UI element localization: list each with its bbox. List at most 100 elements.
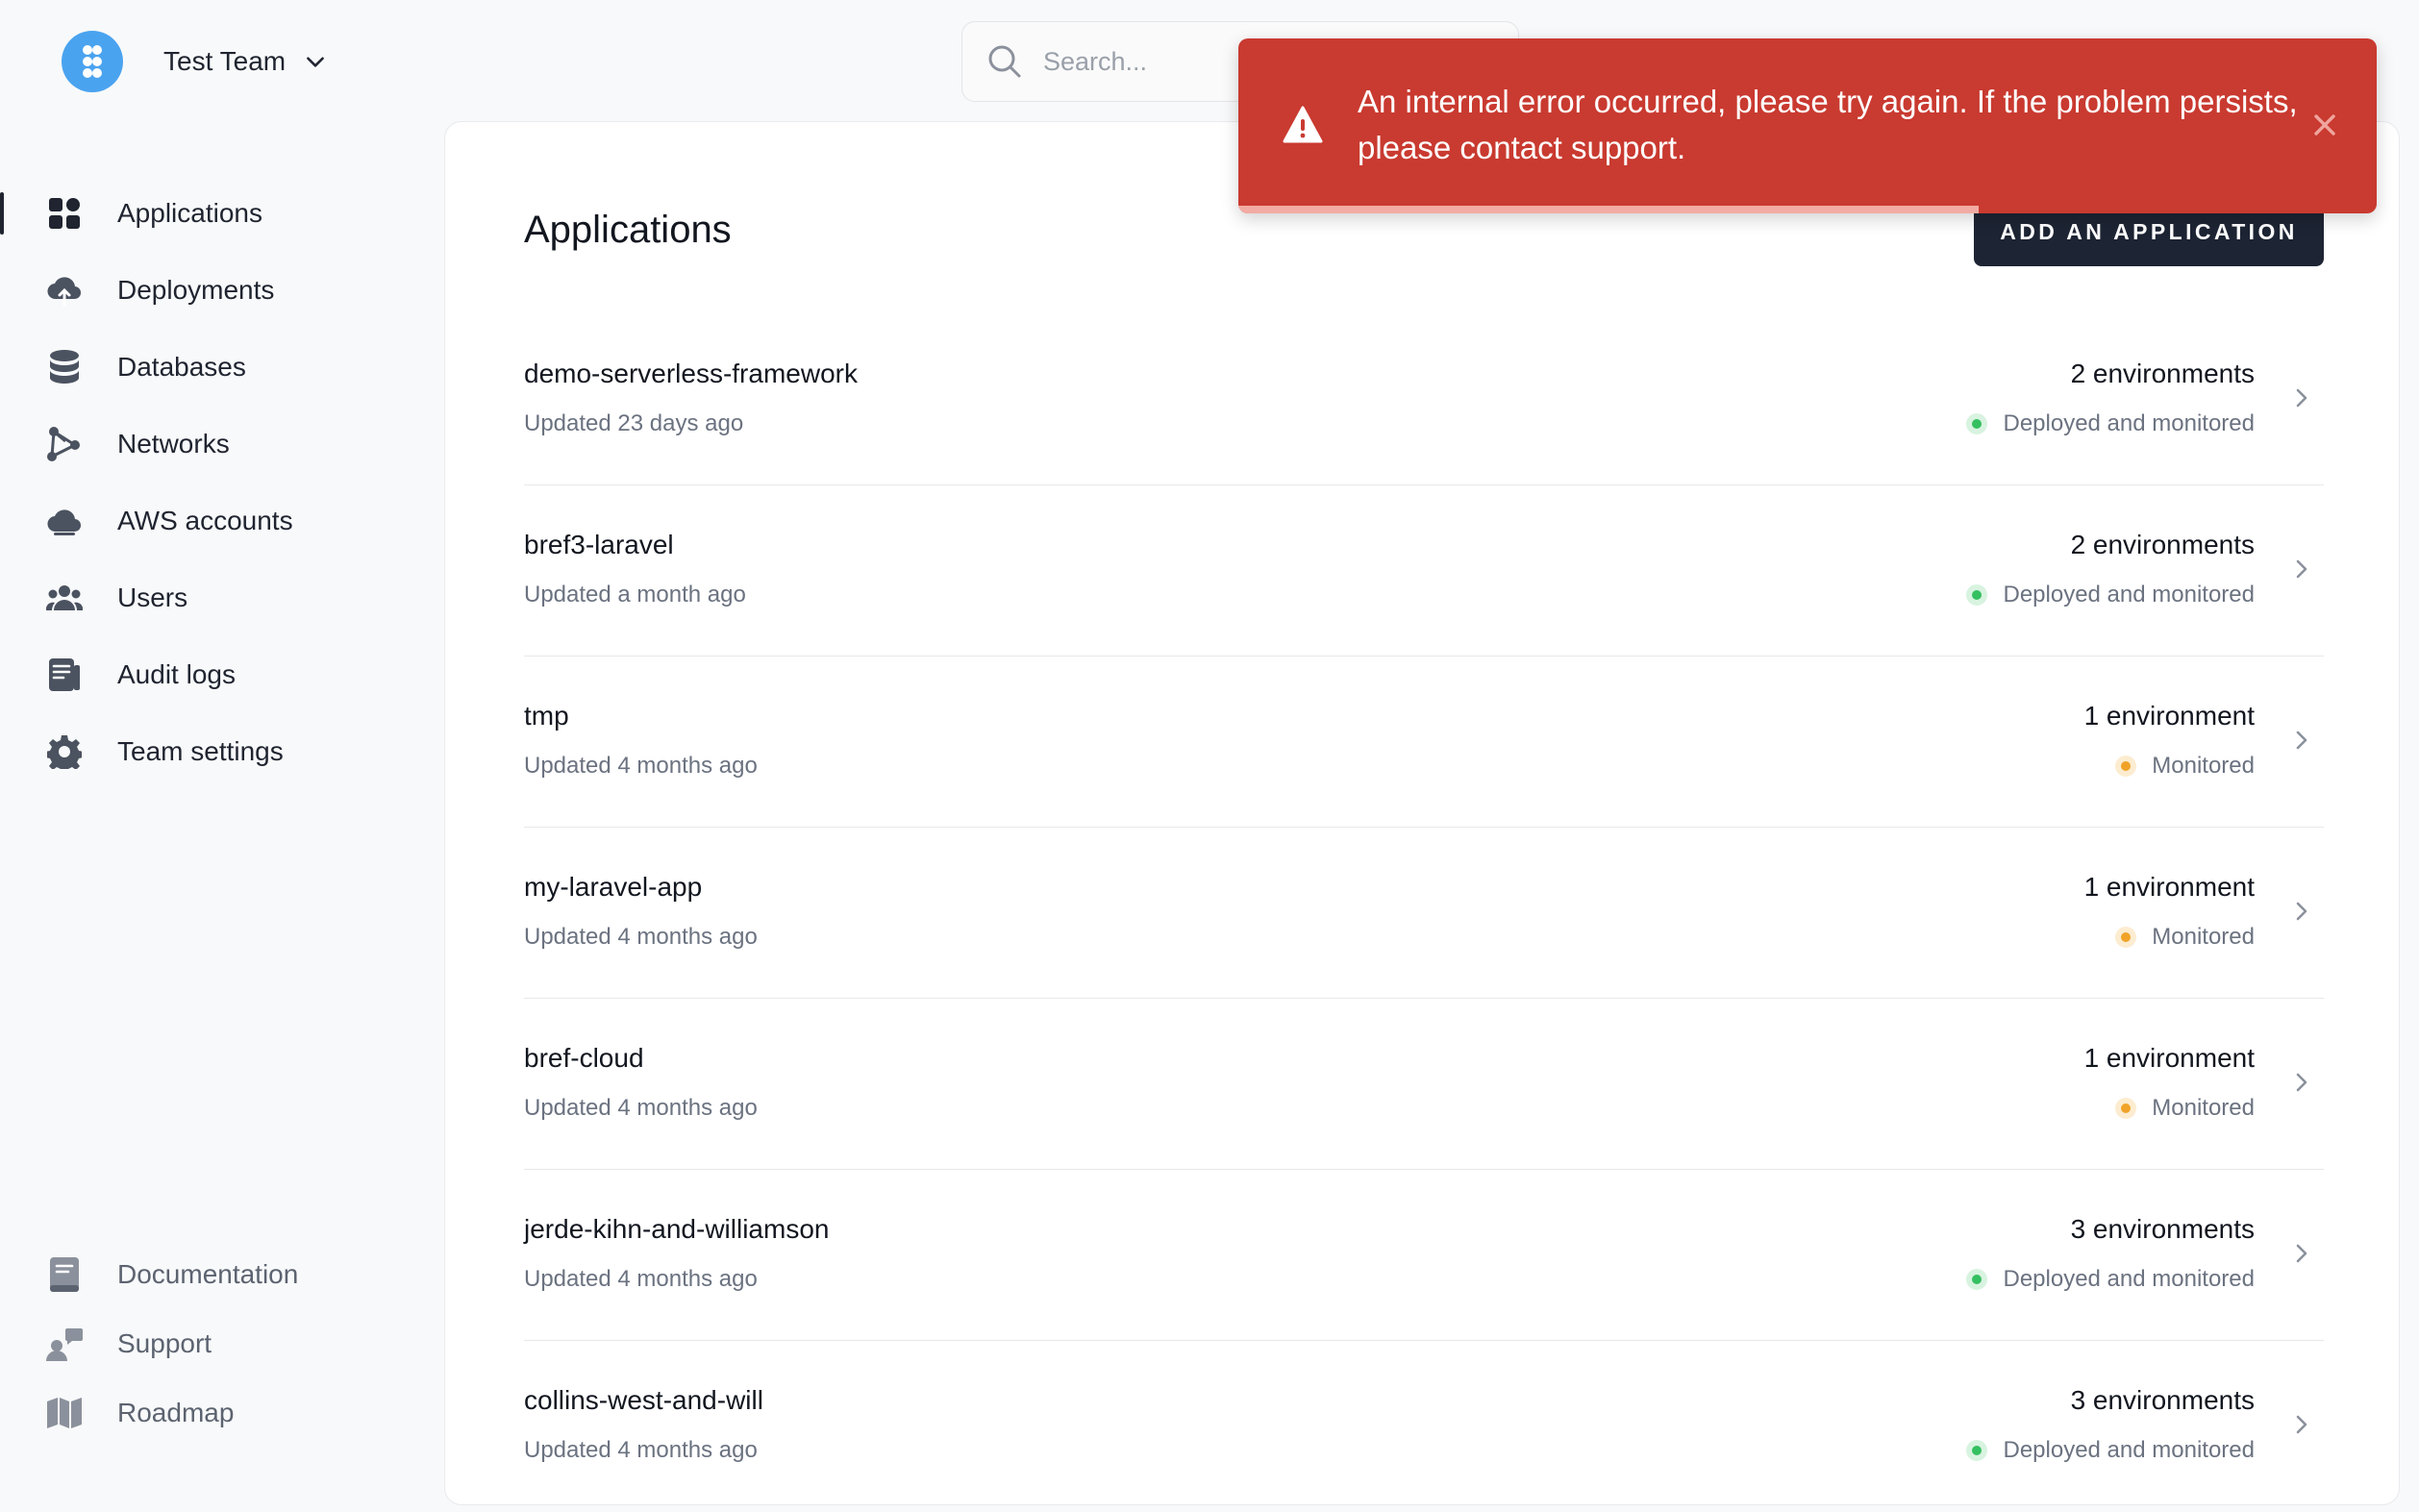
book-icon [46, 1256, 83, 1293]
sidebar-item-team-settings[interactable]: Team settings [0, 713, 442, 790]
team-logo [62, 31, 123, 92]
environment-count: 1 environment [2083, 701, 2255, 731]
status-badge: Deployed and monitored [1966, 582, 2255, 608]
toast-progress-bar [1238, 206, 1979, 213]
toast-message: An internal error occurred, please try a… [1358, 84, 2298, 165]
application-row[interactable]: demo-serverless-framework Updated 23 day… [524, 314, 2324, 485]
status-badge: Monitored [2115, 924, 2255, 951]
chevron-right-icon [2296, 388, 2307, 408]
application-updated: Updated 4 months ago [524, 1095, 758, 1121]
sidebar-item-networks[interactable]: Networks [0, 406, 442, 483]
application-row[interactable]: jerde-kihn-and-williamson Updated 4 mont… [524, 1170, 2324, 1341]
status-badge: Monitored [2115, 753, 2255, 780]
audit-log-icon [46, 657, 83, 693]
environment-count: 3 environments [2070, 1385, 2255, 1415]
users-icon [46, 580, 83, 616]
sidebar-item-label: Deployments [117, 275, 275, 305]
status-badge: Deployed and monitored [1966, 1266, 2255, 1293]
chevron-right-icon [2296, 559, 2307, 579]
chevron-down-icon [307, 57, 324, 67]
application-updated: Updated 4 months ago [524, 1437, 758, 1463]
environment-count: 1 environment [2083, 1043, 2255, 1073]
page-title: Applications [524, 209, 732, 251]
status-dot [2115, 756, 2137, 777]
environment-count: 2 environments [2070, 530, 2255, 559]
sidebar-item-label: Networks [117, 429, 230, 459]
application-updated: Updated a month ago [524, 582, 746, 607]
application-name: my-laravel-app [524, 872, 703, 902]
application-row[interactable]: my-laravel-app Updated 4 months ago 1 en… [524, 828, 2324, 999]
sidebar-item-label: Applications [117, 198, 262, 228]
cloud-upload-icon [46, 272, 83, 309]
status-dot [2115, 927, 2137, 948]
application-updated: Updated 4 months ago [524, 753, 758, 779]
database-icon [46, 349, 83, 385]
close-icon[interactable] [2311, 112, 2338, 138]
chevron-right-icon [2296, 902, 2307, 921]
sidebar-item-label: Support [117, 1328, 212, 1358]
status-badge: Deployed and monitored [1966, 410, 2255, 437]
application-row[interactable]: tmp Updated 4 months ago 1 environment M… [524, 657, 2324, 828]
application-updated: Updated 4 months ago [524, 1266, 758, 1292]
applications-list: demo-serverless-framework Updated 23 day… [524, 314, 2324, 1512]
sidebar-item-aws-accounts[interactable]: AWS accounts [0, 483, 442, 559]
application-updated: Updated 23 days ago [524, 410, 744, 436]
map-icon [46, 1395, 83, 1431]
status-dot [2115, 1098, 2137, 1119]
team-name: Test Team [163, 46, 287, 76]
sidebar-item-label: Team settings [117, 736, 284, 766]
warning-icon [1283, 106, 1323, 143]
application-row[interactable]: bref3-laravel Updated a month ago 2 envi… [524, 485, 2324, 657]
status-dot [1966, 1269, 1988, 1290]
application-name: bref-cloud [524, 1043, 644, 1073]
application-updated: Updated 4 months ago [524, 924, 758, 950]
sidebar-item-label: Roadmap [117, 1398, 235, 1427]
sidebar-item-databases[interactable]: Databases [0, 329, 442, 406]
chevron-right-icon [2296, 731, 2307, 750]
application-row[interactable]: collins-west-and-will Updated 4 months a… [524, 1341, 2324, 1512]
sidebar-bottom-nav: Documentation Support Roadmap [0, 1240, 442, 1448]
sidebar-item-support[interactable]: Support [0, 1309, 442, 1378]
environment-count: 2 environments [2070, 359, 2255, 388]
application-row[interactable]: bref-cloud Updated 4 months ago 1 enviro… [524, 999, 2324, 1170]
application-name: jerde-kihn-and-williamson [524, 1214, 830, 1244]
environment-count: 3 environments [2070, 1214, 2255, 1244]
status-label: Monitored [2152, 924, 2255, 950]
status-label: Deployed and monitored [2003, 1437, 2255, 1463]
sidebar-item-label: AWS accounts [117, 506, 293, 535]
sidebar-item-applications[interactable]: Applications [0, 175, 442, 252]
sidebar-item-audit-logs[interactable]: Audit logs [0, 636, 442, 713]
status-dot [1966, 584, 1988, 606]
status-dot [1966, 1440, 1988, 1461]
application-name: collins-west-and-will [524, 1385, 763, 1415]
status-label: Deployed and monitored [2003, 410, 2255, 436]
chevron-right-icon [2296, 1244, 2307, 1263]
support-icon [46, 1326, 83, 1362]
sidebar-item-deployments[interactable]: Deployments [0, 252, 442, 329]
status-dot [1966, 413, 1988, 434]
status-label: Deployed and monitored [2003, 1266, 2255, 1292]
sidebar-nav: Applications Deployments Databases Netwo… [0, 175, 442, 790]
sidebar-item-label: Documentation [117, 1259, 299, 1289]
environment-count: 1 environment [2083, 872, 2255, 902]
chevron-right-icon [2296, 1073, 2307, 1092]
sidebar-item-label: Users [117, 582, 188, 612]
status-label: Monitored [2152, 1095, 2255, 1121]
application-name: demo-serverless-framework [524, 359, 858, 388]
status-badge: Deployed and monitored [1966, 1437, 2255, 1464]
application-name: tmp [524, 701, 569, 731]
sidebar-item-label: Audit logs [117, 659, 236, 689]
chevron-right-icon [2296, 1415, 2307, 1434]
error-toast: An internal error occurred, please try a… [1238, 38, 2377, 213]
team-switcher[interactable]: Test Team [62, 31, 328, 92]
sidebar-item-users[interactable]: Users [0, 559, 442, 636]
applications-card: Applications ADD AN APPLICATION demo-ser… [444, 121, 2400, 1505]
sidebar-item-label: Databases [117, 352, 246, 382]
sidebar-item-roadmap[interactable]: Roadmap [0, 1378, 442, 1448]
status-label: Deployed and monitored [2003, 582, 2255, 607]
sidebar-item-documentation[interactable]: Documentation [0, 1240, 442, 1309]
gear-icon [46, 733, 83, 770]
search-icon [988, 45, 1021, 78]
network-icon [46, 426, 83, 462]
status-label: Monitored [2152, 753, 2255, 779]
